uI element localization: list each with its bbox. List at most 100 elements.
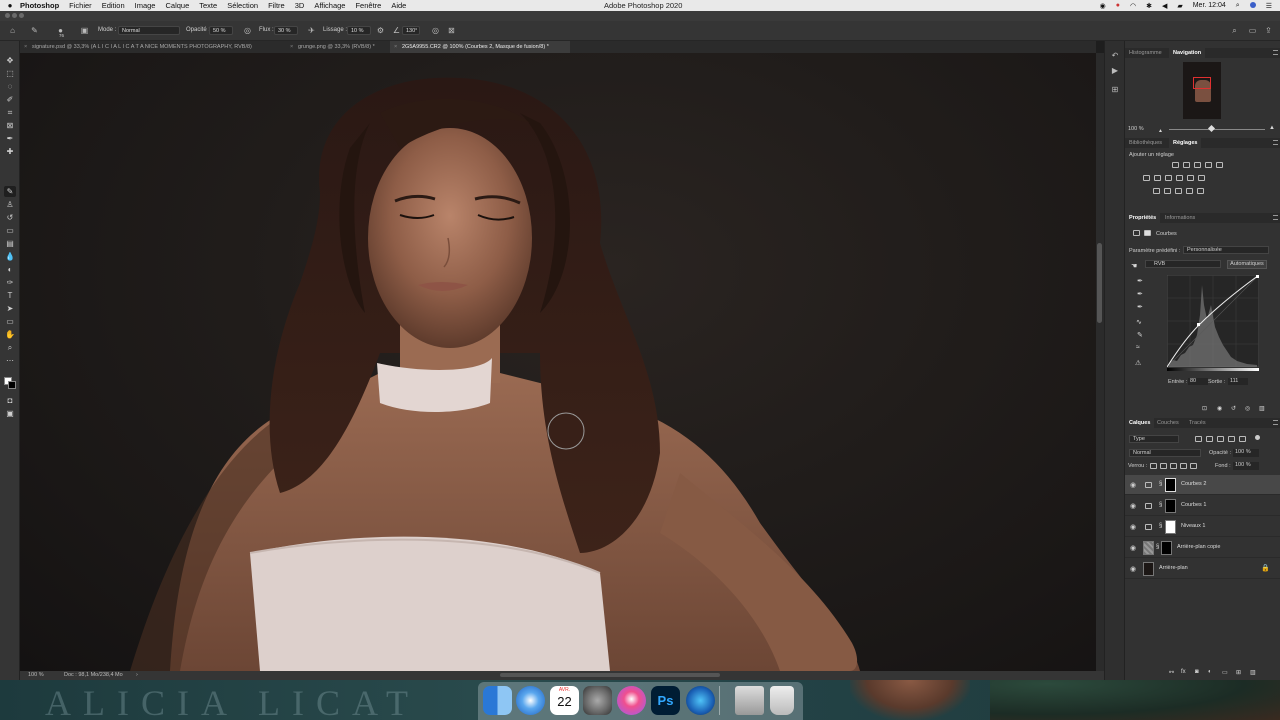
menu-filtre[interactable]: Filtre xyxy=(268,1,285,10)
targeted-adjust-icon[interactable]: ☚ xyxy=(1131,262,1137,270)
finder-icon[interactable] xyxy=(483,686,512,715)
menu-fenetre[interactable]: Fenêtre xyxy=(355,1,381,10)
mode-select[interactable]: Normal xyxy=(118,26,180,35)
delete-adjust-icon[interactable]: ▥ xyxy=(1259,405,1265,412)
screenshots-stack-icon[interactable] xyxy=(735,686,764,715)
nav-zoom-value[interactable]: 100 % xyxy=(1128,126,1144,132)
brush-tool-icon[interactable]: ✎ xyxy=(4,186,16,197)
gradient-tool-icon[interactable]: ▤ xyxy=(4,238,16,249)
blur-tool-icon[interactable]: 💧 xyxy=(4,251,16,262)
panel-menu-icon[interactable] xyxy=(1273,215,1278,220)
lock-artboard-icon[interactable] xyxy=(1180,463,1187,469)
auto-button[interactable]: Automatiques xyxy=(1227,260,1267,269)
shape-tool-icon[interactable]: ▭ xyxy=(4,316,16,327)
smooth-icon[interactable]: ≈ xyxy=(1136,344,1140,351)
layer-mask-thumbnail[interactable] xyxy=(1165,520,1176,534)
music-icon[interactable] xyxy=(617,686,646,715)
workspace-icon[interactable]: ▭ xyxy=(1248,26,1257,35)
panel-menu-icon[interactable] xyxy=(1273,140,1278,145)
move-tool-icon[interactable]: ✥ xyxy=(4,55,16,66)
link-layers-icon[interactable]: ⚯ xyxy=(1169,669,1174,676)
flow-field[interactable]: 30 % xyxy=(274,26,298,35)
filter-pixel-icon[interactable] xyxy=(1195,436,1202,442)
smoothing-field[interactable]: 10 % xyxy=(347,26,371,35)
hue-sat-icon[interactable] xyxy=(1143,175,1150,181)
fx-icon[interactable]: fx xyxy=(1181,669,1186,675)
filter-smart-icon[interactable] xyxy=(1239,436,1246,442)
system-preferences-icon[interactable] xyxy=(583,686,612,715)
bw-icon[interactable] xyxy=(1165,175,1172,181)
pen-tool-icon[interactable]: ✑ xyxy=(4,277,16,288)
gradient-map-icon[interactable] xyxy=(1186,188,1193,194)
view-previous-icon[interactable]: ◉ xyxy=(1217,405,1222,412)
actions-play-icon[interactable]: ▶ xyxy=(1110,66,1120,76)
channel-select[interactable]: RVB xyxy=(1145,260,1221,268)
zoom-in-icon[interactable]: ▲ xyxy=(1269,125,1275,131)
tab-informations[interactable]: Informations xyxy=(1161,213,1199,223)
creative-cloud-icon[interactable]: ◉ xyxy=(1100,2,1106,10)
eyedropper-tool-icon[interactable]: ✒ xyxy=(4,133,16,144)
menu-calque[interactable]: Calque xyxy=(165,1,189,10)
brush-tool-icon[interactable]: ✎ xyxy=(30,26,39,35)
tab-calques[interactable]: Calques xyxy=(1125,418,1155,428)
adjust-icon[interactable]: ⊞ xyxy=(1110,85,1120,95)
eye-icon[interactable]: ◉ xyxy=(1130,502,1136,510)
menu-app-name[interactable]: Photoshop xyxy=(20,1,59,10)
close-tab-icon[interactable]: × xyxy=(394,41,397,53)
stamp-tool-icon[interactable]: ♙ xyxy=(4,199,16,210)
background-color-swatch[interactable] xyxy=(8,381,16,389)
clipping-warning-icon[interactable]: ⚠ xyxy=(1135,359,1141,367)
tab-signature[interactable]: × signature.psd @ 33,3% (A L I C I A L I… xyxy=(20,41,286,53)
menu-3d[interactable]: 3D xyxy=(295,1,305,10)
brush-size[interactable]: 76 xyxy=(59,33,64,38)
layer-name[interactable]: Courbes 1 xyxy=(1181,502,1206,508)
layer-opacity-field[interactable]: 100 % xyxy=(1233,449,1259,457)
tab-2g5a9955[interactable]: × 2G5A9955.CR2 @ 100% (Courbes 2, Masque… xyxy=(390,41,570,53)
lock-all-icon[interactable] xyxy=(1190,463,1197,469)
menu-list-icon[interactable]: ☰ xyxy=(1266,2,1272,10)
menu-affichage[interactable]: Affichage xyxy=(314,1,345,10)
layer-mask-thumbnail[interactable] xyxy=(1161,541,1172,555)
filter-toggle-icon[interactable] xyxy=(1255,435,1260,440)
photoshop-icon[interactable]: Ps xyxy=(651,686,680,715)
flag-icon[interactable]: ▰ xyxy=(1177,2,1182,10)
clip-to-layer-icon[interactable]: ⊡ xyxy=(1202,405,1207,412)
navigator-viewbox[interactable] xyxy=(1193,77,1211,89)
history-icon[interactable]: ↶ xyxy=(1110,51,1120,61)
new-layer-icon[interactable]: ⊞ xyxy=(1236,669,1241,676)
blend-mode-select[interactable]: Normal xyxy=(1129,449,1201,457)
layer-row-courbes-2[interactable]: ◉ § Courbes 2 xyxy=(1125,475,1280,495)
pressure-size-icon[interactable]: ◎ xyxy=(431,26,440,35)
calendar-icon[interactable]: AVR. 22 xyxy=(550,686,579,715)
tab-couches[interactable]: Couches xyxy=(1153,418,1183,428)
eyedropper-white-icon[interactable]: ✒ xyxy=(1137,303,1143,311)
nav-zoom-slider[interactable] xyxy=(1169,129,1265,130)
add-mask-icon[interactable]: ◙ xyxy=(1195,669,1199,675)
share-icon[interactable]: ⇪ xyxy=(1264,26,1273,35)
tab-proprietes[interactable]: Propriétés xyxy=(1125,213,1161,223)
layer-row-arriere-plan[interactable]: ◉ Arrière-plan 🔒 xyxy=(1125,559,1280,579)
layer-row-courbes-1[interactable]: ◉ § Courbes 1 xyxy=(1125,496,1280,516)
layer-name[interactable]: Arrière-plan copie xyxy=(1177,544,1220,550)
menubar-clock[interactable]: Mer. 12:04 xyxy=(1193,2,1226,9)
new-adjustment-icon[interactable]: ◐ xyxy=(1208,669,1212,675)
selective-color-icon[interactable] xyxy=(1197,188,1204,194)
crop-tool-icon[interactable]: ⌗ xyxy=(4,107,16,118)
status-doc-info[interactable]: Doc : 98,1 Mo/238,4 Mo xyxy=(64,671,123,680)
layer-name[interactable]: Arrière-plan xyxy=(1159,565,1188,571)
search-icon[interactable]: ⌕ xyxy=(1230,26,1239,35)
fill-field[interactable]: 100 % xyxy=(1233,462,1259,470)
wifi-icon[interactable]: ◠ xyxy=(1130,2,1136,10)
eyedropper-black-icon[interactable]: ✒ xyxy=(1137,277,1143,285)
invert-icon[interactable] xyxy=(1153,188,1160,194)
lock-position-icon[interactable] xyxy=(1170,463,1177,469)
lock-pixels-icon[interactable] xyxy=(1160,463,1167,469)
eraser-tool-icon[interactable]: ▭ xyxy=(4,225,16,236)
eye-icon[interactable]: ◉ xyxy=(1130,544,1136,552)
eye-icon[interactable]: ◉ xyxy=(1130,481,1136,489)
hand-tool-icon[interactable]: ✋ xyxy=(4,329,16,340)
bluetooth-icon[interactable]: ✱ xyxy=(1146,2,1152,10)
photo-filter-icon[interactable] xyxy=(1176,175,1183,181)
curve-edit-icon[interactable]: ∿ xyxy=(1136,318,1142,326)
tab-navigation[interactable]: Navigation xyxy=(1169,48,1206,58)
